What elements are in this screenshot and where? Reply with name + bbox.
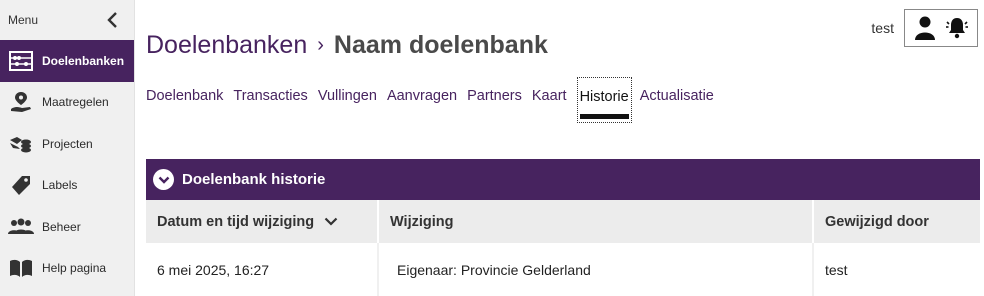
user-area: test	[871, 9, 978, 47]
sidebar-item-label: Doelenbanken	[42, 53, 125, 68]
cell-changed-by: test	[813, 243, 980, 296]
sidebar-item-doelenbanken[interactable]: Doelenbanken	[0, 40, 134, 82]
tab-transacties[interactable]: Transacties	[233, 88, 307, 122]
tab-aanvragen[interactable]: Aanvragen	[387, 88, 457, 122]
column-header-date[interactable]: Datum en tijd wijziging	[146, 200, 379, 243]
sidebar-item-label: Maatregelen	[42, 95, 109, 110]
sidebar-item-label: Projecten	[42, 136, 93, 151]
sidebar-item-help[interactable]: Help pagina	[0, 248, 134, 290]
breadcrumb-separator: ›	[317, 34, 324, 56]
tab-historie[interactable]: Historie	[576, 77, 632, 123]
chevron-left-icon	[107, 12, 117, 28]
sidebar-item-label: Help pagina	[42, 261, 107, 276]
sidebar-item-beheer[interactable]: Beheer	[0, 206, 134, 248]
panel-header-toggle[interactable]: Doelenbank historie	[146, 159, 980, 200]
column-label: Datum en tijd wijziging	[157, 213, 315, 230]
breadcrumb-parent-link[interactable]: Doelenbanken	[146, 31, 307, 60]
cell-date: 6 mei 2025, 16:27	[146, 243, 379, 296]
coins-hand-icon	[8, 132, 34, 156]
sidebar-item-label: Labels	[42, 178, 78, 193]
sidebar-item-projecten[interactable]: Projecten	[0, 123, 134, 165]
tab-doelenbank[interactable]: Doelenbank	[146, 88, 223, 122]
column-label: Gewijzigd door	[825, 213, 929, 230]
abacus-icon	[8, 49, 34, 73]
tab-kaart[interactable]: Kaart	[532, 88, 567, 122]
cell-change: Eigenaar: Provincie Gelderland	[378, 243, 814, 296]
column-header-change[interactable]: Wijziging	[378, 200, 814, 243]
user-name: test	[871, 20, 894, 36]
bell-icon	[946, 18, 968, 39]
menu-label: Menu	[8, 13, 39, 27]
user-icon	[915, 16, 935, 40]
tab-partners[interactable]: Partners	[467, 88, 522, 122]
sidebar-header: Menu	[0, 0, 134, 40]
map-pin-hand-icon	[8, 90, 34, 114]
sidebar: Menu Doelenbanken Maatregelen Projecten …	[0, 0, 135, 296]
chevron-down-circle-icon	[153, 169, 174, 190]
tag-icon	[8, 173, 34, 197]
column-label: Wijziging	[390, 213, 454, 230]
panel-title: Doelenbank historie	[182, 171, 326, 188]
tab-actualisatie[interactable]: Actualisatie	[640, 88, 714, 122]
table-header-row: Datum en tijd wijziging Wijziging Gewijz…	[146, 200, 980, 243]
history-panel: Doelenbank historie Datum en tijd wijzig…	[146, 159, 980, 296]
main-content: test Doelenbanken › Naam doelenbank Doel…	[135, 0, 984, 296]
sidebar-item-maatregelen[interactable]: Maatregelen	[0, 82, 134, 124]
page-title: Naam doelenbank	[333, 31, 548, 59]
book-icon	[8, 256, 34, 280]
user-toolbar	[904, 9, 978, 47]
sidebar-item-labels[interactable]: Labels	[0, 165, 134, 207]
tab-vullingen[interactable]: Vullingen	[318, 88, 377, 122]
history-table: Datum en tijd wijziging Wijziging Gewijz…	[146, 200, 980, 296]
table-row: 6 mei 2025, 16:27 Eigenaar: Provincie Ge…	[146, 243, 980, 296]
sidebar-item-label: Beheer	[42, 219, 81, 234]
column-header-changed-by[interactable]: Gewijzigd door	[813, 200, 980, 243]
users-icon	[8, 215, 34, 239]
collapse-menu-button[interactable]	[104, 10, 120, 30]
tab-bar: Doelenbank Transacties Vullingen Aanvrag…	[146, 77, 724, 123]
breadcrumb: Doelenbanken › Naam doelenbank	[146, 31, 548, 60]
sort-chevron-down-icon[interactable]	[324, 217, 338, 226]
user-profile-button[interactable]	[914, 16, 936, 40]
notifications-button[interactable]	[946, 16, 968, 40]
